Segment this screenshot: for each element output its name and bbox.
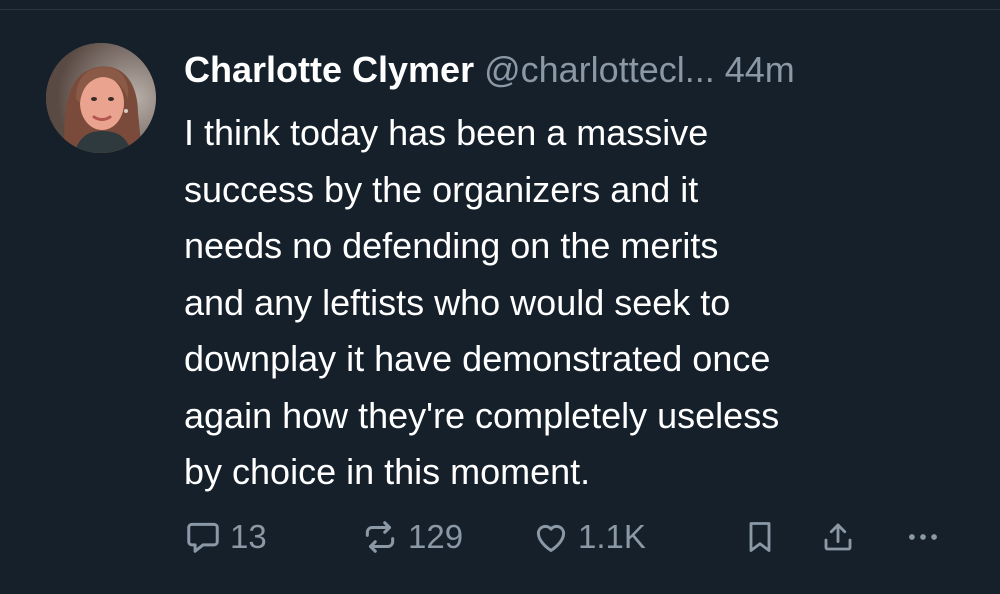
share-icon	[824, 523, 852, 551]
tweet-text-line: needs no defending on the merits	[184, 225, 719, 266]
tweet-text-line: again how they're completely useless	[184, 394, 780, 436]
avatar-photo	[46, 43, 156, 153]
retweet-icon	[365, 521, 395, 553]
author-handle[interactable]: @charlottecl...	[484, 49, 715, 90]
avatar[interactable]	[46, 43, 156, 153]
bookmark-button[interactable]	[742, 512, 778, 562]
tweet-text-line: success by the organizers and it	[184, 168, 699, 210]
bookmark-icon	[749, 522, 771, 552]
reply-button[interactable]: 13	[184, 512, 267, 562]
tweet-text-line: by choice in this moment.	[184, 451, 591, 492]
tweet-actions: 13 129 1.1K	[184, 512, 964, 562]
retweet-button[interactable]: 129	[360, 512, 463, 562]
tweet-text-line: downplay it have demonstrated once	[184, 338, 771, 379]
like-count: 1.1K	[578, 518, 646, 555]
more-icon	[909, 534, 937, 540]
heart-icon	[536, 524, 566, 552]
tweet-card[interactable]: Charlotte Clymer @charlottecl... 44m I t…	[0, 0, 1000, 594]
tweet-header: Charlotte Clymer @charlottecl... 44m	[184, 46, 795, 94]
reply-icon	[187, 522, 219, 553]
more-button[interactable]	[902, 512, 944, 562]
share-button[interactable]	[820, 512, 856, 562]
like-button[interactable]: 1.1K	[532, 512, 646, 562]
retweet-count: 129	[408, 518, 464, 555]
tweet-time[interactable]: 44m	[725, 49, 795, 90]
tweet-text: I think today has been a massive success…	[184, 105, 984, 501]
tweet-text-line: and any leftists who would seek to	[184, 281, 731, 323]
author-display-name[interactable]: Charlotte Clymer	[184, 49, 474, 90]
tweet-text-line: I think today has been a massive	[184, 112, 709, 153]
reply-count: 13	[230, 518, 267, 555]
